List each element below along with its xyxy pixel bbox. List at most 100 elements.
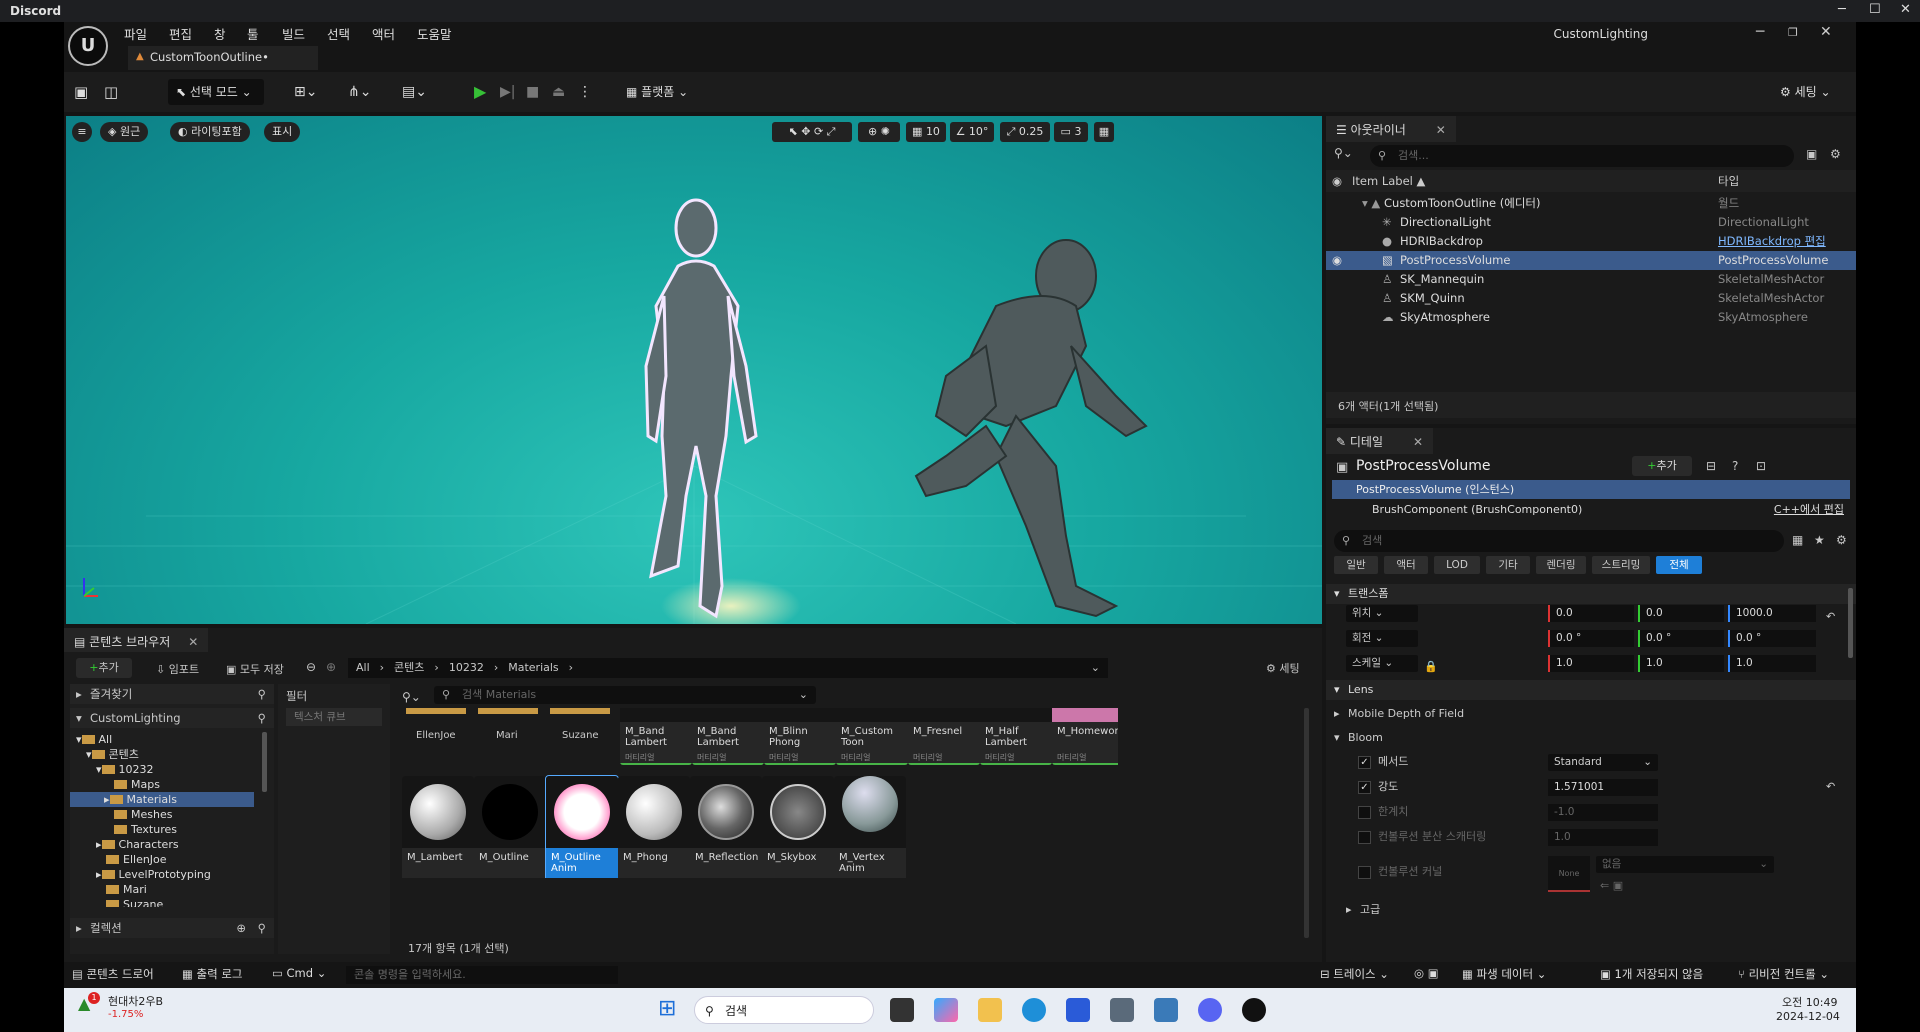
scale-z[interactable]: 1.0 — [1728, 655, 1816, 672]
minimize-button[interactable]: ─ — [1838, 2, 1846, 17]
perspective-button[interactable]: ◈ 원근 — [100, 122, 149, 142]
search-icon[interactable]: ⚲ — [258, 918, 266, 938]
asset-m-skybox[interactable]: M_Skybox머티리얼 — [762, 776, 834, 878]
menu-build[interactable]: 빌드 — [282, 24, 305, 43]
advanced-row[interactable]: ▸ 고급 — [1326, 898, 1856, 922]
tree-all[interactable]: ▾ All — [76, 732, 112, 747]
cmd-dropdown[interactable]: ▭ Cmd ⌄ — [272, 966, 326, 980]
asset-m-custom-toon[interactable]: M_Custom Toon 머티리얼 — [836, 708, 908, 765]
location-x[interactable]: 0.0 — [1548, 605, 1634, 622]
tree-maps[interactable]: Maps — [114, 777, 160, 792]
visibility-eye-icon[interactable]: ◉ — [1332, 251, 1342, 270]
outliner-row-skm-quinn[interactable]: ♙ SKM_Quinn SkeletalMeshActor — [1326, 289, 1856, 308]
step-icon[interactable]: ▶| — [500, 79, 515, 105]
camera-speed[interactable]: ▭ 3 — [1054, 122, 1088, 142]
rotation-z[interactable]: 0.0 ° — [1728, 630, 1816, 647]
tree-content[interactable]: ▾ 콘텐츠 — [86, 747, 139, 762]
tree-meshes[interactable]: Meshes — [114, 807, 172, 822]
add-actor-icon[interactable]: ⊞⌄ — [294, 79, 317, 105]
lock-icon[interactable]: 🔒 — [1424, 655, 1438, 679]
tree-suzane[interactable]: Suzane — [106, 897, 163, 907]
snipping-tool-icon[interactable] — [1154, 998, 1178, 1022]
mobile-dof-row[interactable]: ▸ Mobile Depth of Field — [1326, 702, 1856, 726]
search-icon[interactable]: ⚲ — [258, 708, 266, 728]
record-icon[interactable]: ◎ ▣ — [1414, 966, 1439, 980]
close-icon[interactable]: ✕ — [188, 635, 198, 649]
tree-characters[interactable]: ▸ Characters — [96, 837, 179, 852]
asset-m-reflection[interactable]: M_Reflection머티리얼 — [690, 776, 762, 878]
asset-m-fresnel[interactable]: M_Fresnel 머티리얼 — [908, 708, 980, 765]
breadcrumb-10232[interactable]: 10232 — [449, 661, 484, 674]
more-icon[interactable]: ⋮ — [578, 79, 592, 105]
lock-icon[interactable]: ⊡ — [1756, 459, 1766, 473]
rotation-y[interactable]: 0.0 ° — [1638, 630, 1724, 647]
scale-x[interactable]: 1.0 — [1548, 655, 1634, 672]
asset-m-band-lambert-2[interactable]: M_Band Lambert 머티리얼 — [692, 708, 764, 765]
content-browser-tab[interactable]: ▤ 콘텐츠 브라우저 ✕ — [64, 628, 209, 652]
filter-dropdown-icon[interactable]: ⚲⌄ — [402, 690, 421, 704]
task-view-icon[interactable] — [890, 998, 914, 1022]
blueprint-icon[interactable]: ⊟ — [1706, 459, 1716, 473]
menu-edit[interactable]: 편집 — [169, 24, 192, 43]
filter-general[interactable]: 일반 — [1334, 556, 1378, 574]
editor-close-button[interactable]: ✕ — [1820, 24, 1832, 40]
output-log-button[interactable]: ▦ 출력 로그 — [182, 966, 243, 982]
save-icon[interactable]: ▣ — [74, 79, 88, 105]
taskbar-search[interactable]: ⚲ 검색 — [694, 996, 874, 1024]
add-button[interactable]: +추가 — [76, 658, 132, 678]
star-icon[interactable]: ★ — [1814, 533, 1825, 547]
folder-suzane[interactable]: Suzane — [562, 730, 599, 741]
asset-m-half-lambert[interactable]: M_Half Lambert 머티리얼 — [980, 708, 1052, 765]
menu-file[interactable]: 파일 — [124, 24, 147, 43]
rotate-snap[interactable]: ∠ 10° — [950, 122, 994, 142]
editor-restore-button[interactable]: ❐ — [1788, 26, 1798, 39]
discord-icon[interactable] — [1198, 998, 1222, 1022]
transform-tools[interactable]: ⬉ ✥ ⟳ ⤢ — [772, 122, 852, 142]
play-icon[interactable]: ▶ — [474, 79, 486, 105]
collections-section[interactable]: ▸ 컬렉션 ⊕ ⚲ — [70, 918, 274, 938]
scale-y[interactable]: 1.0 — [1638, 655, 1724, 672]
viewport-menu-icon[interactable]: ≡ — [72, 122, 92, 142]
location-y[interactable]: 0.0 — [1638, 605, 1724, 622]
editor-minimize-button[interactable]: ─ — [1756, 24, 1764, 40]
outliner-settings-icon[interactable]: ⚙ — [1830, 147, 1841, 161]
breadcrumb-all[interactable]: All — [356, 661, 370, 674]
filter-actor[interactable]: 액터 — [1384, 556, 1428, 574]
asset-m-phong[interactable]: M_Phong머티리얼 — [618, 776, 690, 878]
threshold-field[interactable]: -1.0 — [1548, 804, 1658, 821]
filter-all[interactable]: 전체 — [1656, 556, 1702, 574]
stock-name[interactable]: 현대차2우B — [108, 993, 163, 1009]
outliner-row-hdribackdrop[interactable]: ● HDRIBackdrop HDRIBackdrop 편집 — [1326, 232, 1856, 251]
import-button[interactable]: ⇩ 임포트 — [156, 661, 199, 677]
back-icon[interactable]: ⊖ — [306, 660, 316, 674]
breadcrumb-content[interactable]: 콘텐츠 — [394, 661, 424, 674]
location-dropdown[interactable]: 위치 ⌄ — [1346, 605, 1418, 622]
show-button[interactable]: 표시 — [264, 122, 301, 142]
level-viewport[interactable]: ≡ ◈ 원근 ◐ 라이팅포함 표시 ⬉ ✥ ⟳ ⤢ ⊕ ✺ ▦ 10 ∠ 10°… — [66, 116, 1322, 624]
scale-dropdown[interactable]: 스케일 ⌄ — [1346, 655, 1418, 672]
tree-scrollbar[interactable] — [262, 732, 267, 792]
instance-row[interactable]: PostProcessVolume (인스턴스) — [1332, 480, 1850, 499]
tree-textures[interactable]: Textures — [114, 822, 177, 837]
forward-icon[interactable]: ⊕ — [326, 660, 336, 674]
outliner-search-input[interactable]: ⚲ 검색... — [1370, 145, 1794, 167]
filter-streaming[interactable]: 스트리밍 — [1592, 556, 1650, 574]
menu-select[interactable]: 선택 — [327, 24, 350, 43]
asset-m-vertex-anim[interactable]: M_Vertex Anim머티리얼 — [834, 776, 906, 878]
menu-window[interactable]: 창 — [214, 24, 226, 43]
outliner-row-directionallight[interactable]: ✳ DirectionalLight DirectionalLight — [1326, 213, 1856, 232]
asset-m-homework[interactable]: M_Homework 머티리얼 — [1052, 708, 1118, 765]
favorites-section[interactable]: ▸ 즐겨찾기 ⚲ — [70, 684, 274, 704]
content-drawer-button[interactable]: ▤ 콘텐츠 드로어 — [72, 966, 154, 982]
settings-dropdown[interactable]: ⚙ 세팅 ⌄ — [1780, 79, 1831, 105]
trace-dropdown[interactable]: ⊟ 트레이스 ⌄ — [1320, 966, 1389, 982]
kernel-thumbnail[interactable]: None — [1548, 856, 1590, 892]
chevron-down-icon[interactable]: ⌄ — [1091, 658, 1100, 678]
outliner-tab[interactable]: ☰ 아웃라이너 ✕ — [1326, 116, 1456, 142]
grid-snap[interactable]: ▦ 10 — [906, 122, 946, 142]
bloom-row[interactable]: ▾ Bloom — [1326, 726, 1856, 750]
asset-m-outline-anim[interactable]: M_Outline Anim머티리얼 — [545, 775, 619, 878]
menu-actor[interactable]: 액터 — [372, 24, 395, 43]
table-icon[interactable]: ▦ — [1792, 533, 1803, 547]
unsaved-button[interactable]: ▣ 1개 저장되지 않음 — [1600, 966, 1703, 982]
